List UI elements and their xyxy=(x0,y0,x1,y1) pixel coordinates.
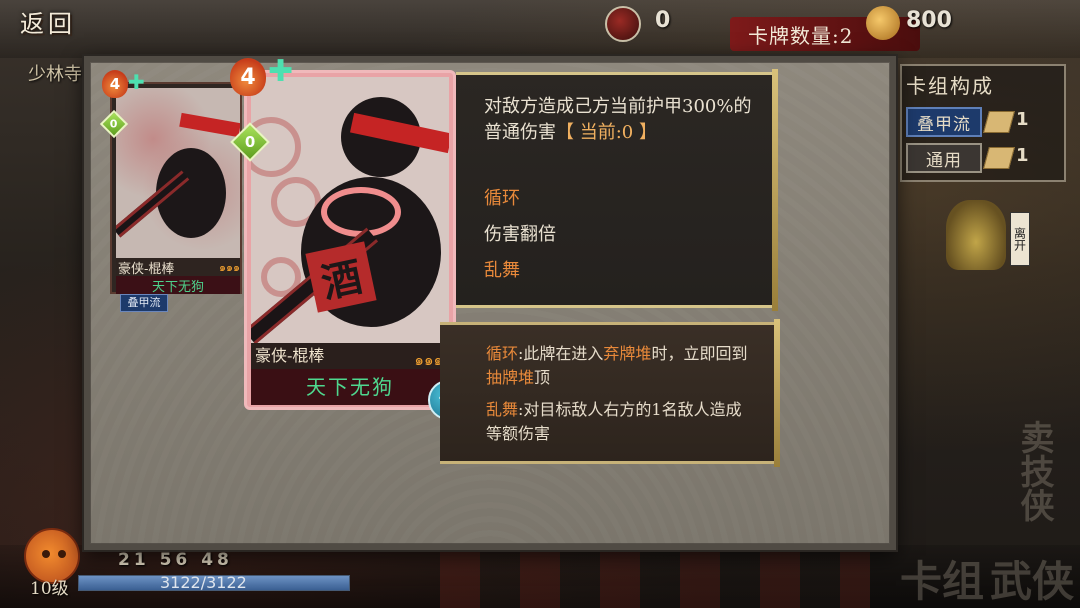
glossary-entry-loop: 循环:此牌在进入弃牌堆时，立即回到抽牌堆顶 xyxy=(486,342,756,390)
rope-shape xyxy=(321,187,401,237)
glossary-term: 循环 xyxy=(486,344,519,363)
upgrade-plus-icon: ✚ xyxy=(268,54,294,89)
deck-count-label: 卡牌数量:2 xyxy=(748,24,854,48)
deck-row-label: 叠甲流 xyxy=(906,107,982,137)
keyword-loop: 循环 xyxy=(484,188,520,209)
small-card-cost-icon: 4 xyxy=(102,70,128,98)
deck-row-label: 通用 xyxy=(906,143,982,173)
big-card-name: 豪侠-棍棒 ๑๑๑ xyxy=(251,343,449,369)
glossary-text: :此牌在进入 xyxy=(518,344,604,363)
copper-coin-icon xyxy=(605,6,641,42)
deck-row-general[interactable]: 通用 1 xyxy=(906,143,1062,175)
gold-coin-icon xyxy=(866,6,900,40)
deck-row-count: 1 xyxy=(1016,145,1029,166)
glossary-keyword: 抽牌堆 xyxy=(486,368,535,387)
bandana-shape xyxy=(179,112,240,138)
player-level: 10级 xyxy=(30,579,69,599)
small-card-art xyxy=(116,88,240,258)
glossary-text: 顶 xyxy=(534,368,551,387)
background-deco-text: 卖技侠 xyxy=(1014,420,1054,522)
big-card-name-text: 豪侠-棍棒 xyxy=(255,346,325,365)
book-icon xyxy=(983,147,1015,169)
bottom-wuxia-label[interactable]: 武侠 xyxy=(990,548,1074,608)
glossary-text: 时，立即回到 xyxy=(651,344,748,363)
bottom-decoration xyxy=(440,548,870,608)
effect-current-value: 【 当前:0 】 xyxy=(556,122,657,143)
exit-widget[interactable]: 离开 xyxy=(940,190,1040,290)
back-button[interactable]: 返回 xyxy=(20,4,120,44)
deck-row-armor-stack[interactable]: 叠甲流 1 xyxy=(906,107,1062,139)
avatar-eye xyxy=(42,550,50,558)
big-card-title: 天下无狗 xyxy=(251,369,449,405)
stat-value: 21 xyxy=(118,550,150,570)
golden-emblem-icon xyxy=(946,200,1006,270)
scroll-rod xyxy=(774,319,780,467)
glossary-term: 乱舞 xyxy=(486,400,519,419)
small-card-tag: 叠甲流 xyxy=(120,294,168,312)
small-card-title: 天下无狗 xyxy=(116,276,240,295)
deck-row-count: 1 xyxy=(1016,109,1029,130)
location-label: 少林寺 xyxy=(28,64,82,85)
glossary-text: :对目标敌人右方的1名敌人造成等额伤害 xyxy=(486,400,742,443)
avatar-eye xyxy=(58,550,66,558)
player-stats: 21 56 48 xyxy=(118,550,233,570)
hp-text: 3122/3122 xyxy=(160,573,247,592)
gold-value: 800 xyxy=(906,8,952,33)
scroll-rod xyxy=(772,69,778,311)
small-card-name: 豪侠-棍棒 ๑๑๑ xyxy=(116,258,240,277)
book-icon xyxy=(983,111,1015,133)
big-card: 酒 豪侠-棍棒 ๑๑๑ 天下无狗 xyxy=(244,70,456,410)
bottom-deck-label[interactable]: 卡组 xyxy=(900,548,984,608)
wine-seal: 酒 xyxy=(305,241,377,313)
exit-tag: 离开 xyxy=(1010,212,1030,266)
small-card-name-text: 豪侠-棍棒 xyxy=(118,262,175,277)
gem-value: 0 xyxy=(244,133,256,151)
big-card-art: 酒 xyxy=(251,77,449,343)
big-card-cost-icon: 4 xyxy=(230,58,266,96)
gem-value: 0 xyxy=(110,117,118,131)
small-card[interactable]: 豪侠-棍棒 ๑๑๑ 天下无狗 xyxy=(110,82,242,295)
flame-icons: ๑๑๑ xyxy=(219,261,240,274)
deck-composition-title: 卡组构成 xyxy=(906,74,994,98)
card-effect-text: 对敌方造成己方当前护甲300%的普通伤害【 当前:0 】 xyxy=(484,94,754,146)
keyword-chaos-dance: 乱舞 xyxy=(484,260,520,281)
stat-value: 48 xyxy=(201,550,233,570)
glossary-entry-chaos-dance: 乱舞:对目标敌人右方的1名敌人造成等额伤害 xyxy=(486,398,756,446)
upgrade-plus-icon: ✚ xyxy=(128,70,145,94)
keyword-double-damage: 伤害翻倍 xyxy=(484,224,556,245)
coin-value: 0 xyxy=(655,8,671,33)
stat-value: 56 xyxy=(159,550,192,570)
glossary-keyword: 弃牌堆 xyxy=(603,344,652,363)
